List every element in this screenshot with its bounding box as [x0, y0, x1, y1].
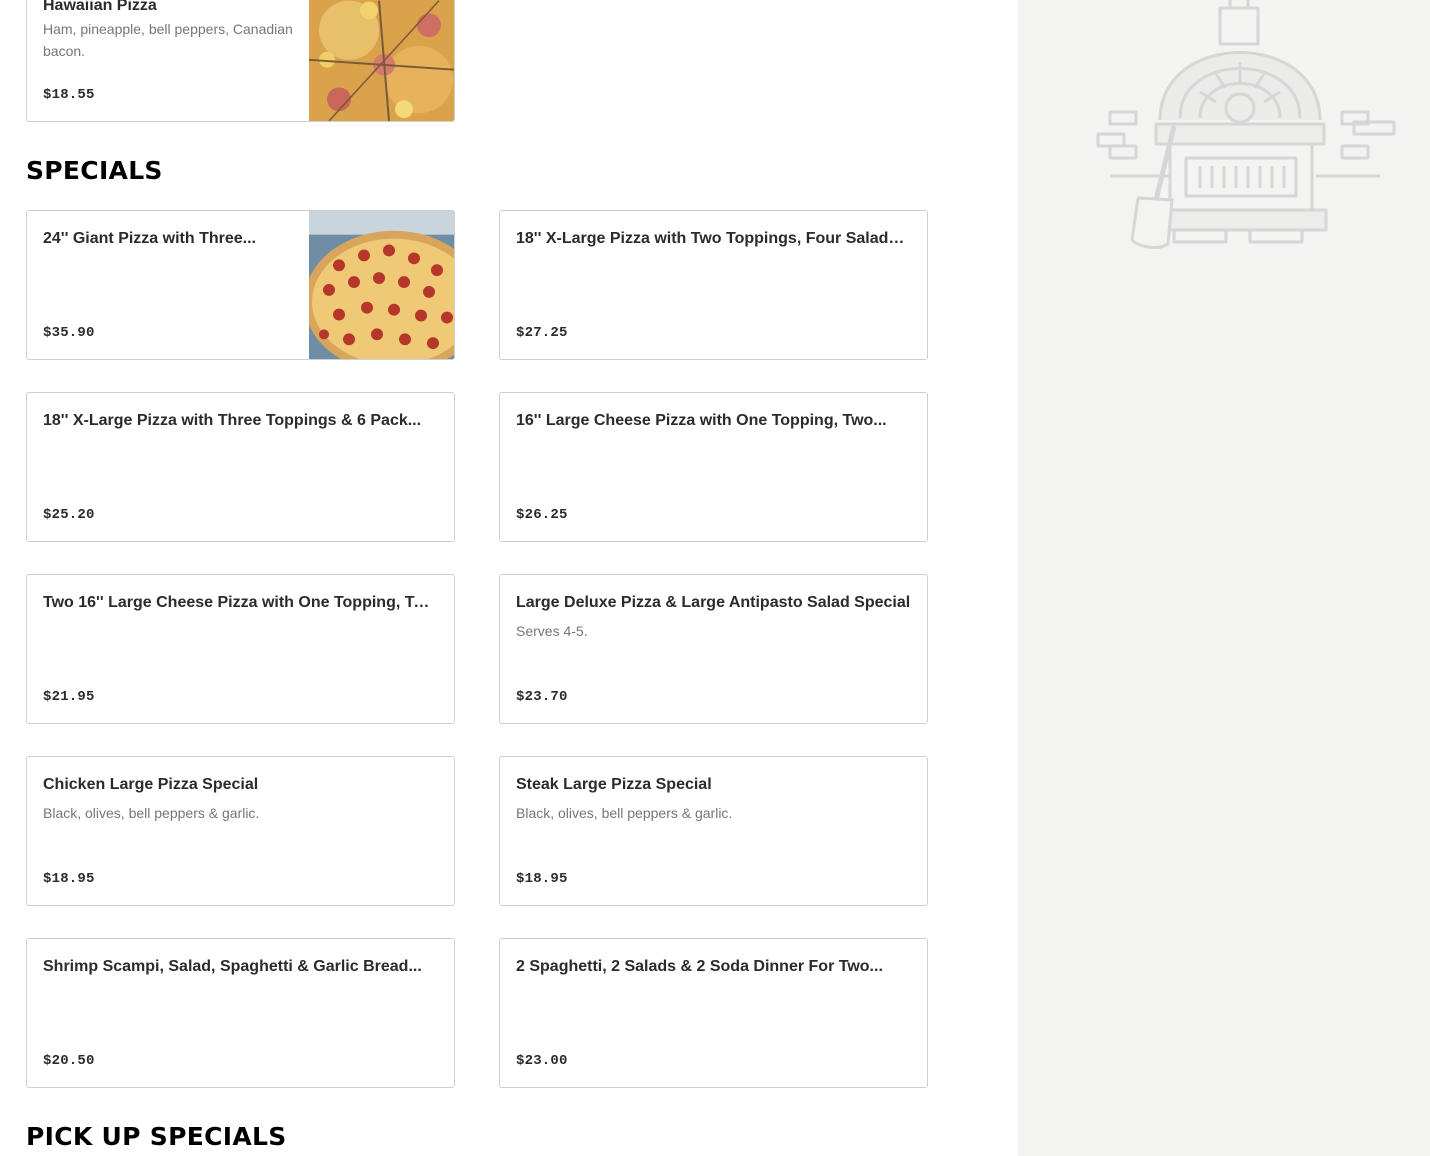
menu-item-name: 18'' X-Large Pizza with Three Toppings &…	[43, 412, 422, 429]
menu-item-name: Hawaiian Pizza	[43, 0, 157, 14]
menu-item-description: Black, olives, bell peppers & garlic.	[43, 805, 260, 821]
menu-item-price: $20.50	[43, 1053, 95, 1069]
menu-item-price: $23.70	[516, 689, 568, 705]
menu-item-card[interactable]: Chicken Large Pizza Special Black, olive…	[26, 756, 455, 906]
menu-item-price: $27.25	[516, 325, 568, 341]
menu-item-card[interactable]: Steak Large Pizza Special Black, olives,…	[499, 756, 928, 906]
menu-item-name: Steak Large Pizza Special	[516, 776, 712, 793]
menu-item-name: Chicken Large Pizza Special	[43, 776, 259, 793]
menu-item-price: $26.25	[516, 507, 568, 523]
section-title-pick-up-specials: PICK UP SPECIALS	[26, 1122, 287, 1151]
pepperoni-pizza-image	[309, 211, 454, 359]
menu-item-name: 24'' Giant Pizza with Three...	[43, 230, 256, 247]
menu-item-price: $25.20	[43, 507, 95, 523]
menu-item-name: Large Deluxe Pizza & Large Antipasto Sal…	[516, 594, 911, 611]
menu-item-name: 18'' X-Large Pizza with Two Toppings, Fo…	[516, 230, 911, 247]
menu-item-name: 16'' Large Cheese Pizza with One Topping…	[516, 412, 887, 429]
menu-item-card[interactable]: 2 Spaghetti, 2 Salads & 2 Soda Dinner Fo…	[499, 938, 928, 1088]
section-title-specials: SPECIALS	[26, 156, 163, 185]
menu-item-name: Shrimp Scampi, Salad, Spaghetti & Garlic…	[43, 958, 422, 975]
menu-item-price: $35.90	[43, 325, 95, 341]
menu-item-card[interactable]: 18'' X-Large Pizza with Three Toppings &…	[26, 392, 455, 542]
menu-item-description: Black, olives, bell peppers & garlic.	[516, 805, 733, 821]
menu-item-card[interactable]: Hawaiian Pizza Ham, pineapple, bell pepp…	[26, 0, 455, 122]
menu-item-name: 2 Spaghetti, 2 Salads & 2 Soda Dinner Fo…	[516, 958, 883, 975]
menu-main-column: Hawaiian Pizza Ham, pineapple, bell pepp…	[0, 0, 1018, 1156]
menu-item-name: Two 16'' Large Cheese Pizza with One Top…	[43, 594, 438, 611]
menu-item-card[interactable]: 24'' Giant Pizza with Three... $35.90	[26, 210, 455, 360]
menu-item-card[interactable]: Two 16'' Large Cheese Pizza with One Top…	[26, 574, 455, 724]
menu-item-card[interactable]: 18'' X-Large Pizza with Two Toppings, Fo…	[499, 210, 928, 360]
menu-item-price: $18.95	[516, 871, 568, 887]
menu-item-card[interactable]: 16'' Large Cheese Pizza with One Topping…	[499, 392, 928, 542]
hawaiian-pizza-image	[309, 0, 454, 121]
menu-item-price: $23.00	[516, 1053, 568, 1069]
menu-item-price: $21.95	[43, 689, 95, 705]
menu-item-description: Ham, pineapple, bell peppers, Canadian b…	[43, 21, 293, 59]
menu-item-description: Serves 4-5.	[516, 623, 588, 639]
pizza-oven-illustration	[1090, 0, 1400, 256]
menu-item-card[interactable]: Shrimp Scampi, Salad, Spaghetti & Garlic…	[26, 938, 455, 1088]
menu-item-price: $18.55	[43, 87, 95, 103]
menu-item-price: $18.95	[43, 871, 95, 887]
menu-item-card[interactable]: Large Deluxe Pizza & Large Antipasto Sal…	[499, 574, 928, 724]
